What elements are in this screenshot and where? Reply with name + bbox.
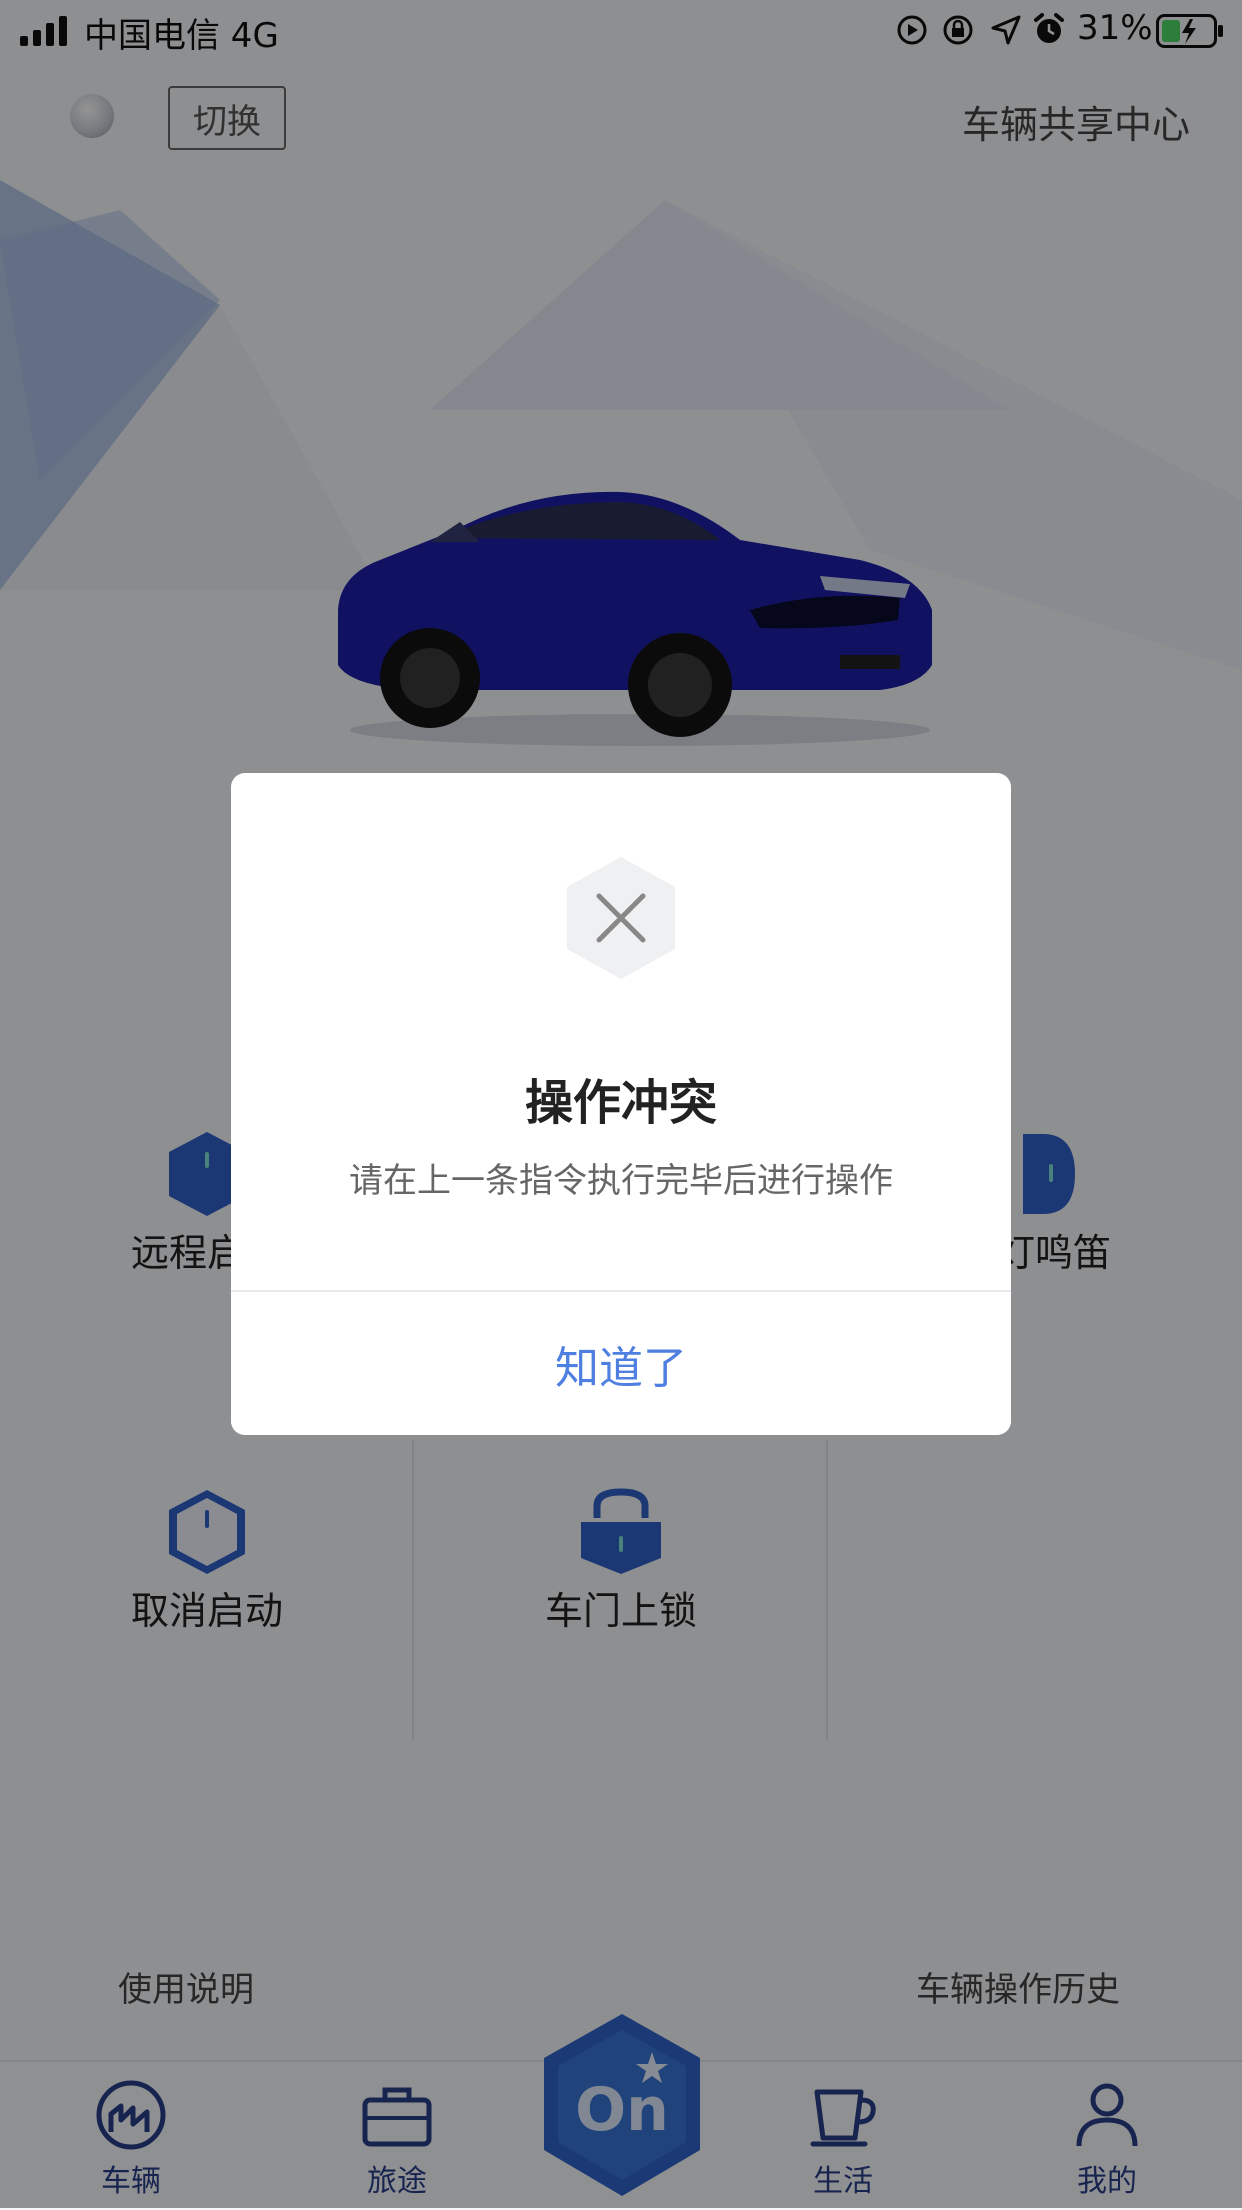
acknowledge-button[interactable]: 知道了 <box>231 1292 1011 1435</box>
dialog-message: 请在上一条指令执行完毕后进行操作 <box>349 1161 893 1201</box>
close-icon <box>567 857 675 979</box>
conflict-dialog: 操作冲突 请在上一条指令执行完毕后进行操作 知道了 <box>231 773 1011 1435</box>
dialog-title: 操作冲突 <box>524 1075 717 1131</box>
